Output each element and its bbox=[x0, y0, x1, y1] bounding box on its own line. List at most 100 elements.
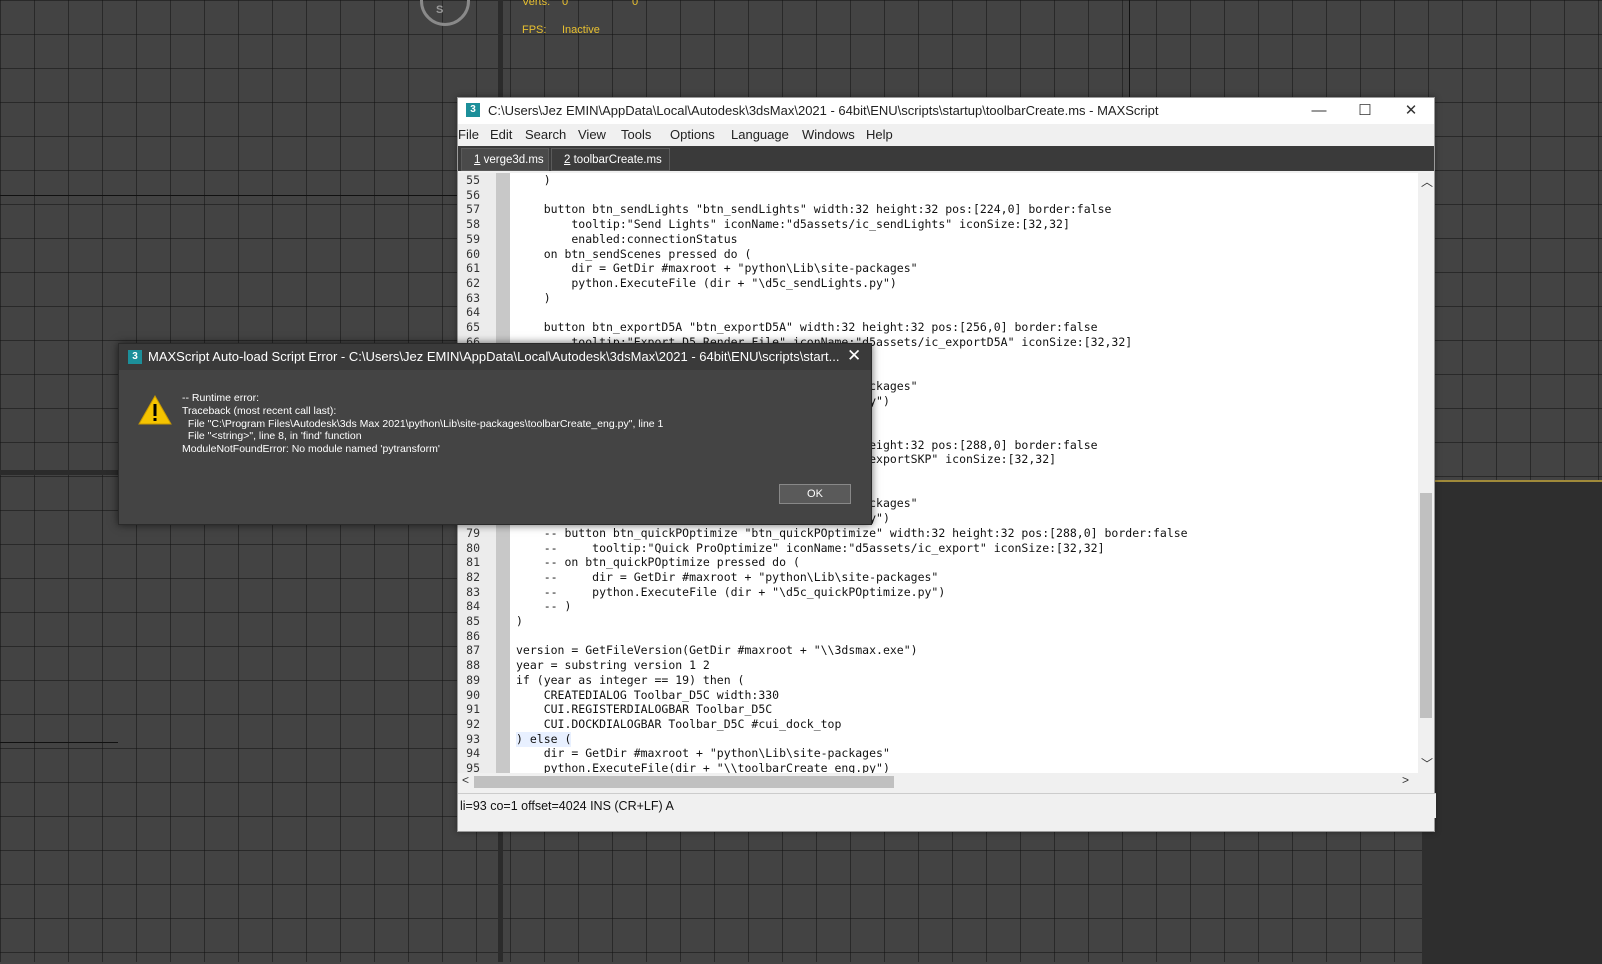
tab-toolbarcreate[interactable]: 2 toolbarCreate.ms bbox=[551, 148, 670, 171]
stat-label: FPS: bbox=[522, 24, 547, 36]
3dsmax-app-icon: 3 bbox=[128, 350, 142, 364]
code-line[interactable]: 81 -- on btn_quickPOptimize pressed do ( bbox=[458, 555, 1416, 570]
code-line[interactable]: 92 CUI.DOCKDIALOGBAR Toolbar_D5C #cui_do… bbox=[458, 717, 1416, 732]
tab-verge3d[interactable]: 1 verge3d.ms bbox=[461, 148, 549, 171]
code-line[interactable]: 80 -- tooltip:"Quick ProOptimize" iconNa… bbox=[458, 541, 1416, 556]
code-line[interactable]: 60 on btn_sendScenes pressed do ( bbox=[458, 247, 1416, 262]
line-text: ) else ( bbox=[516, 731, 572, 747]
line-text: -- dir = GetDir #maxroot + "python\Lib\s… bbox=[516, 569, 939, 584]
line-number: 86 bbox=[466, 628, 480, 643]
code-line[interactable]: 90 CREATEDIALOG Toolbar_D5C width:330 bbox=[458, 688, 1416, 703]
menu-file[interactable]: File bbox=[458, 127, 479, 142]
viewport-axis-line bbox=[0, 195, 457, 196]
code-line[interactable]: 63 ) bbox=[458, 291, 1416, 306]
code-line[interactable]: 55 ) bbox=[458, 173, 1416, 188]
line-text: enabled:connectionStatus bbox=[516, 231, 738, 246]
line-number: 64 bbox=[466, 305, 480, 320]
code-line[interactable]: 95 python.ExecuteFile(dir + "\\toolbarCr… bbox=[458, 761, 1416, 773]
code-line[interactable]: 59 enabled:connectionStatus bbox=[458, 232, 1416, 247]
menu-language[interactable]: Language bbox=[731, 127, 789, 142]
line-number: 65 bbox=[466, 320, 480, 334]
line-number: 62 bbox=[466, 275, 480, 290]
line-number: 90 bbox=[466, 687, 480, 702]
dialog-close-button[interactable]: ✕ bbox=[847, 346, 861, 366]
menu-help[interactable]: Help bbox=[866, 127, 893, 142]
dialog-title-bar[interactable]: 3 MAXScript Auto-load Script Error - C:\… bbox=[119, 344, 871, 370]
line-number: 91 bbox=[466, 702, 480, 717]
line-number: 60 bbox=[466, 246, 480, 261]
menu-options[interactable]: Options bbox=[670, 127, 715, 142]
viewport-axis-line bbox=[1129, 0, 1130, 97]
error-message: -- Runtime error: Traceback (most recent… bbox=[182, 392, 664, 456]
horizontal-scrollbar[interactable]: < > bbox=[458, 773, 1418, 789]
editor-title: C:\Users\Jez EMIN\AppData\Local\Autodesk… bbox=[488, 103, 1159, 118]
code-line[interactable]: 62 python.ExecuteFile (dir + "\d5c_sendL… bbox=[458, 276, 1416, 291]
vertical-scrollbar[interactable]: ︿ ﹀ bbox=[1418, 173, 1434, 773]
menu-search[interactable]: Search bbox=[525, 127, 566, 142]
code-line[interactable]: 89 if (year as integer == 19) then ( bbox=[458, 673, 1416, 688]
script-error-dialog: 3 MAXScript Auto-load Script Error - C:\… bbox=[118, 343, 872, 525]
code-line[interactable]: 86 bbox=[458, 629, 1416, 644]
dialog-title: MAXScript Auto-load Script Error - C:\Us… bbox=[148, 349, 840, 364]
line-text: -- ) bbox=[516, 599, 572, 614]
horizontal-scroll-thumb[interactable] bbox=[474, 776, 894, 788]
line-text: dir = GetDir #maxroot + "python\Lib\site… bbox=[516, 746, 890, 761]
code-line[interactable]: 93 ) else ( bbox=[458, 731, 1416, 747]
scroll-up-icon[interactable]: ︿ bbox=[1421, 173, 1433, 190]
line-text: button btn_exportD5A "btn_exportD5A" wid… bbox=[516, 320, 1098, 334]
line-text: -- tooltip:"Quick ProOptimize" iconName:… bbox=[516, 540, 1105, 555]
menu-edit[interactable]: Edit bbox=[490, 127, 512, 142]
line-number: 61 bbox=[466, 261, 480, 276]
viewcube-gizmo[interactable] bbox=[420, 0, 470, 26]
line-number: 83 bbox=[466, 584, 480, 599]
gizmo-label: S bbox=[436, 4, 444, 16]
line-text: on btn_sendScenes pressed do ( bbox=[516, 246, 752, 261]
menu-view[interactable]: View bbox=[578, 127, 606, 142]
code-line[interactable]: 58 tooltip:"Send Lights" iconName:"d5ass… bbox=[458, 217, 1416, 232]
warning-icon bbox=[138, 395, 172, 425]
line-text: -- on btn_quickPOptimize pressed do ( bbox=[516, 555, 800, 570]
line-text: CREATEDIALOG Toolbar_D5C width:330 bbox=[516, 687, 780, 702]
code-line[interactable]: 88 year = substring version 1 2 bbox=[458, 658, 1416, 673]
scroll-right-icon[interactable]: > bbox=[1402, 773, 1409, 787]
line-number: 93 bbox=[466, 731, 480, 746]
editor-title-bar[interactable]: 3 C:\Users\Jez EMIN\AppData\Local\Autode… bbox=[458, 98, 1434, 124]
line-text: ) bbox=[516, 173, 551, 187]
code-line[interactable]: 84 -- ) bbox=[458, 599, 1416, 614]
line-number: 85 bbox=[466, 614, 480, 628]
line-text: if (year as integer == 19) then ( bbox=[516, 672, 745, 687]
line-text: -- button btn_quickPOptimize "btn_quickP… bbox=[516, 525, 1188, 540]
maximize-button[interactable]: ☐ bbox=[1342, 98, 1388, 124]
code-line[interactable]: 91 CUI.REGISTERDIALOGBAR Toolbar_D5C bbox=[458, 702, 1416, 717]
scroll-left-icon[interactable]: < bbox=[462, 773, 469, 787]
line-text: python.ExecuteFile (dir + "\d5c_sendLigh… bbox=[516, 275, 897, 290]
line-text: CUI.REGISTERDIALOGBAR Toolbar_D5C bbox=[516, 702, 773, 717]
code-line[interactable]: 56 bbox=[458, 188, 1416, 203]
code-line[interactable]: 79 -- button btn_quickPOptimize "btn_qui… bbox=[458, 526, 1416, 541]
code-line[interactable]: 61 dir = GetDir #maxroot + "python\Lib\s… bbox=[458, 261, 1416, 276]
menu-windows[interactable]: Windows bbox=[802, 127, 855, 142]
scroll-down-icon[interactable]: ﹀ bbox=[1421, 755, 1433, 772]
ok-button[interactable]: OK bbox=[779, 484, 851, 504]
code-line[interactable]: 65 button btn_exportD5A "btn_exportD5A" … bbox=[458, 320, 1416, 335]
menu-tools[interactable]: Tools bbox=[621, 127, 651, 142]
code-line[interactable]: 85) bbox=[458, 614, 1416, 629]
code-line[interactable]: 83 -- python.ExecuteFile (dir + "\d5c_qu… bbox=[458, 585, 1416, 600]
minimize-button[interactable]: — bbox=[1296, 98, 1342, 124]
editor-menu-bar: File Edit Search View Tools Options Lang… bbox=[458, 124, 1434, 146]
viewport-panel-bottom-right bbox=[1422, 480, 1602, 964]
code-line[interactable]: 82 -- dir = GetDir #maxroot + "python\Li… bbox=[458, 570, 1416, 585]
code-line[interactable]: 57 button btn_sendLights "btn_sendLights… bbox=[458, 202, 1416, 217]
code-line[interactable]: 87 version = GetFileVersion(GetDir #maxro… bbox=[458, 643, 1416, 658]
vertical-scroll-thumb[interactable] bbox=[1420, 493, 1432, 718]
line-number: 63 bbox=[466, 290, 480, 305]
viewport-stats: Verts: 0 0 FPS: Inactive bbox=[522, 0, 638, 52]
close-button[interactable]: ✕ bbox=[1388, 98, 1434, 124]
line-text: tooltip:"Send Lights" iconName:"d5assets… bbox=[516, 217, 1070, 232]
code-line[interactable]: 64 bbox=[458, 305, 1416, 320]
stat-label: Verts: bbox=[522, 0, 551, 8]
line-number: 80 bbox=[466, 540, 480, 555]
code-line[interactable]: 94 dir = GetDir #maxroot + "python\Lib\s… bbox=[458, 746, 1416, 761]
3dsmax-app-icon: 3 bbox=[466, 103, 480, 117]
line-number: 89 bbox=[466, 672, 480, 687]
